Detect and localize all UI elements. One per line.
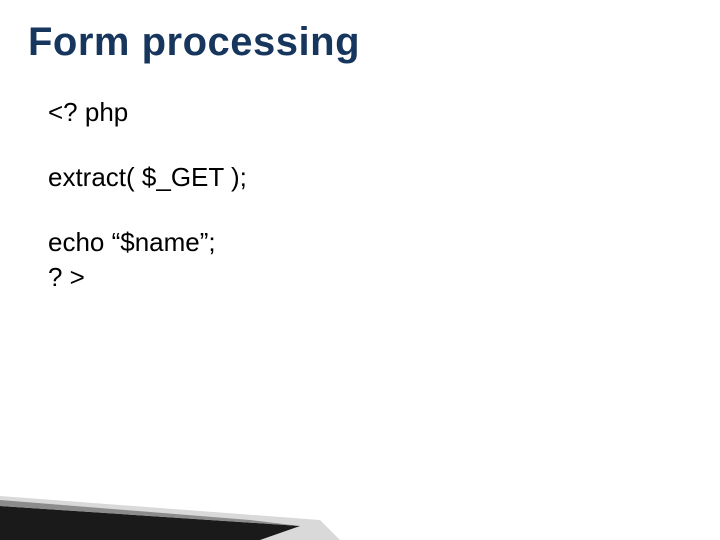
code-line-4: ? > (48, 260, 247, 295)
code-line-1: <? php (48, 95, 247, 130)
slide: Form processing <? php extract( $_GET );… (0, 0, 720, 540)
code-line-3: echo “$name”; (48, 225, 247, 260)
code-line-2: extract( $_GET ); (48, 160, 247, 195)
slide-title: Form processing (28, 20, 360, 65)
slide-body: <? php extract( $_GET ); echo “$name”; ?… (48, 95, 247, 295)
decorative-wedge (0, 450, 360, 540)
